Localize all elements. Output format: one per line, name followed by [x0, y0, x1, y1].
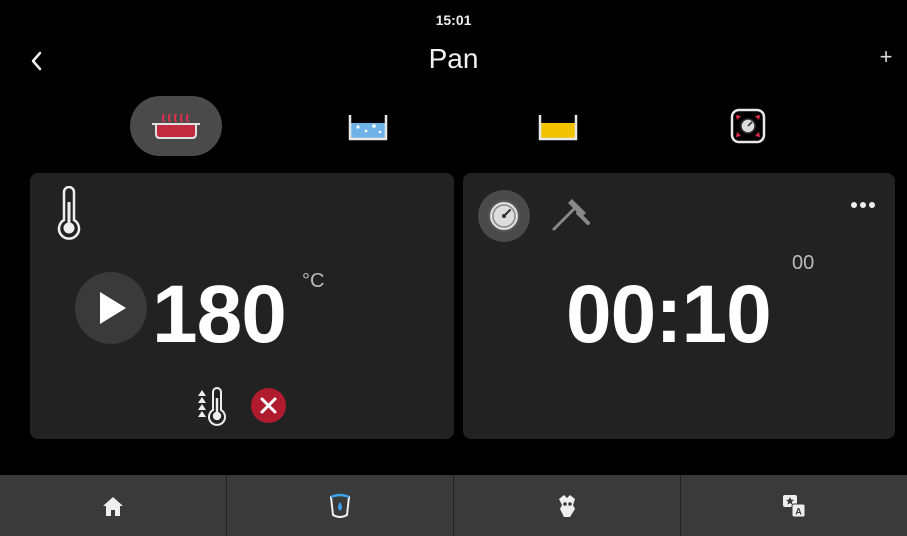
mode-tab-oil[interactable] — [512, 96, 604, 156]
core-probe-icon — [552, 199, 590, 231]
pan-heating-icon — [152, 113, 200, 139]
more-options-button[interactable] — [846, 192, 880, 218]
cancel-button[interactable] — [251, 388, 286, 423]
nav-cleaning-button[interactable] — [227, 475, 454, 536]
mode-tab-pan[interactable] — [130, 96, 222, 156]
nav-service-button[interactable] — [454, 475, 681, 536]
svg-text:A: A — [795, 506, 802, 516]
page-title: Pan — [428, 43, 479, 74]
back-button[interactable] — [26, 46, 50, 76]
pressure-cooking-icon — [730, 108, 766, 144]
play-icon — [100, 292, 126, 324]
home-icon — [103, 496, 123, 516]
add-button[interactable]: + — [872, 44, 900, 74]
temperature-value[interactable]: 180 — [152, 268, 287, 362]
nav-language-button[interactable]: A — [681, 475, 907, 536]
temperature-unit: °C — [302, 270, 325, 292]
mode-tab-pressure[interactable] — [702, 96, 794, 156]
water-bath-icon — [348, 115, 388, 141]
bottom-nav-bar: A — [0, 475, 907, 536]
mode-tab-water[interactable] — [322, 96, 414, 156]
temperature-rise-icon — [196, 386, 236, 431]
timer-seconds: 00 — [792, 252, 815, 274]
timer-mode-button[interactable] — [478, 190, 530, 242]
status-time: 15:01 — [435, 12, 472, 28]
chevron-left-icon — [31, 51, 42, 71]
timer-icon — [488, 200, 520, 232]
more-dots-icon — [851, 202, 875, 208]
start-button[interactable] — [75, 272, 147, 344]
nav-home-button[interactable] — [0, 475, 227, 536]
language-icon: A — [783, 494, 806, 517]
service-icon — [559, 494, 575, 517]
oil-bath-icon — [538, 115, 578, 141]
cleaning-icon — [329, 493, 351, 518]
close-icon — [260, 397, 277, 414]
thermometer-icon — [54, 185, 84, 247]
timer-value[interactable]: 00:10 — [566, 268, 772, 362]
core-probe-button[interactable] — [548, 193, 592, 237]
